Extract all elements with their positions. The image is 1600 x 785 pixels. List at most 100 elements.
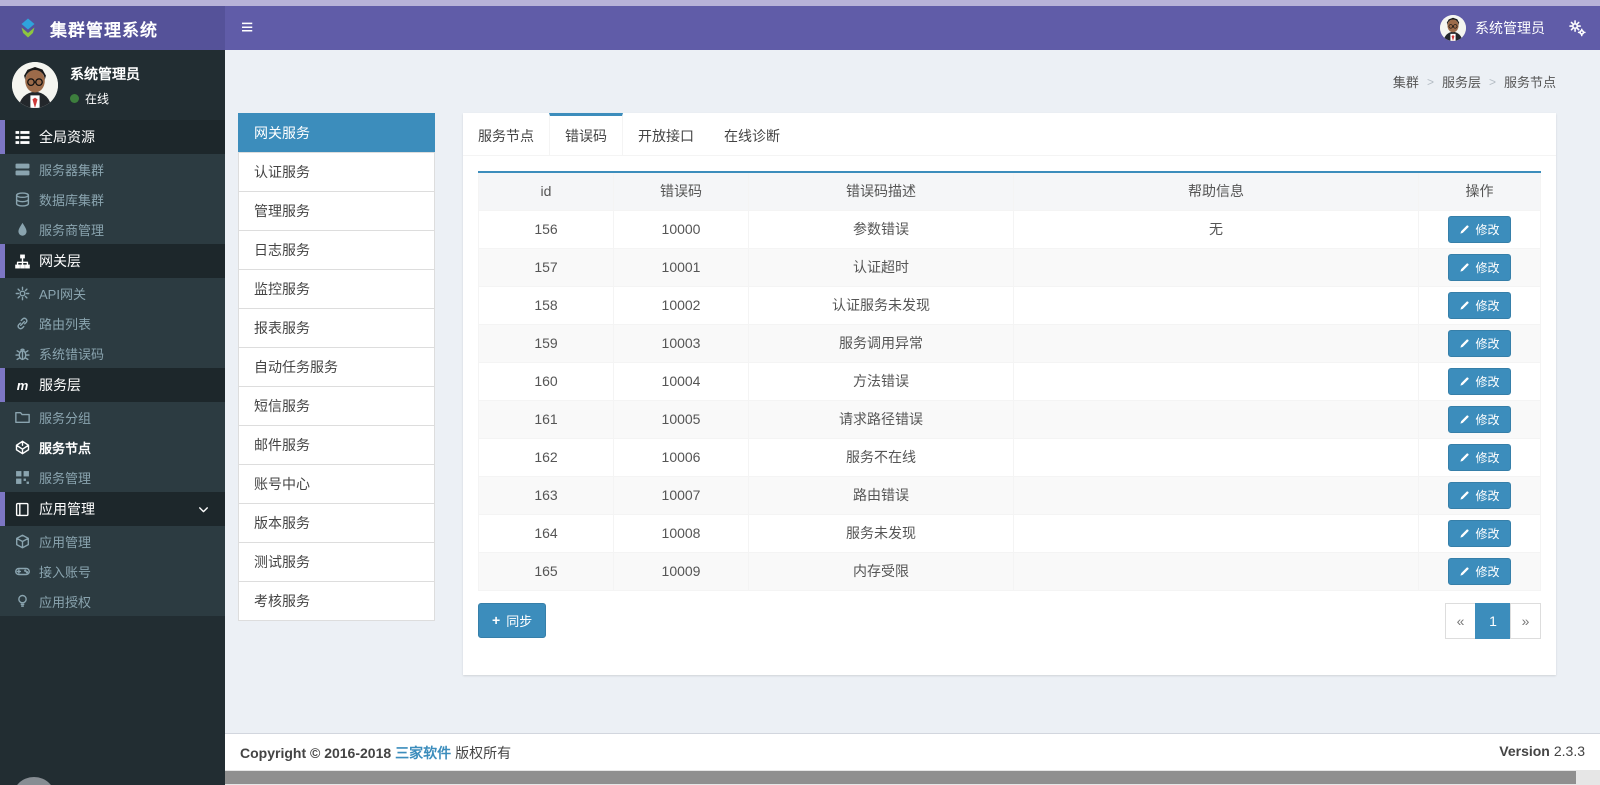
footer-rights-label: 版权所有 <box>455 745 512 761</box>
service-list-item[interactable]: 自动任务服务 <box>238 347 435 387</box>
sidebar-item-app-management[interactable]: 应用管理 <box>0 526 225 556</box>
edit-button-label: 修改 <box>1475 488 1500 503</box>
sidebar-item-api-gateway[interactable]: API网关 <box>0 278 225 308</box>
horizontal-scrollbar[interactable] <box>225 770 1600 785</box>
sidebar-item-database-cluster[interactable]: 数据库集群 <box>0 184 225 214</box>
service-list-item[interactable]: 短信服务 <box>238 386 435 426</box>
pagination-page-1[interactable]: 1 <box>1475 602 1511 639</box>
service-list-item[interactable]: 考核服务 <box>238 581 435 621</box>
pencil-icon <box>1459 300 1470 311</box>
edit-button[interactable]: 修改 <box>1448 405 1511 433</box>
user-avatar <box>12 62 58 108</box>
cell-help <box>1013 475 1419 515</box>
pagination-prev[interactable]: « <box>1445 602 1476 639</box>
sidebar-item-label: 服务商管理 <box>39 222 105 238</box>
breadcrumb-item-service-layer[interactable]: 服务层 <box>1442 72 1481 91</box>
edit-button[interactable]: 修改 <box>1448 253 1511 281</box>
cell-actions: 修改 <box>1418 513 1541 553</box>
cell-actions: 修改 <box>1418 209 1541 249</box>
sidebar-item-service-groups[interactable]: 服务分组 <box>0 402 225 432</box>
edit-button[interactable]: 修改 <box>1448 291 1511 319</box>
service-list-item[interactable]: 监控服务 <box>238 269 435 309</box>
pagination-next[interactable]: » <box>1510 602 1541 639</box>
pencil-icon <box>1459 452 1470 463</box>
app-logo[interactable]: 集群管理系统 <box>0 6 225 50</box>
service-list-item[interactable]: 日志服务 <box>238 230 435 270</box>
service-list-item[interactable]: 管理服务 <box>238 191 435 231</box>
edit-button[interactable]: 修改 <box>1448 367 1511 395</box>
edit-button-label: 修改 <box>1475 412 1500 427</box>
column-header-actions: 操作 <box>1418 171 1541 211</box>
sidebar-item-server-cluster[interactable]: 服务器集群 <box>0 154 225 184</box>
pencil-icon <box>1459 376 1470 387</box>
tab[interactable]: 在线诊断 <box>709 113 795 155</box>
sidebar-item-access-accounts[interactable]: 接入账号 <box>0 556 225 586</box>
sidebar-section-gateway-layer[interactable]: 网关层 <box>0 244 225 278</box>
hamburger-icon: ≡ <box>241 16 254 39</box>
scrollbar-thumb[interactable] <box>225 771 1576 784</box>
service-list-item[interactable]: 网关服务 <box>238 113 435 153</box>
service-list-item[interactable]: 账号中心 <box>238 464 435 504</box>
cell-desc: 内存受限 <box>748 551 1014 591</box>
service-list-item[interactable]: 报表服务 <box>238 308 435 348</box>
online-status-dot <box>70 93 79 103</box>
settings-menu-button[interactable] <box>1555 6 1600 50</box>
edit-button[interactable]: 修改 <box>1448 557 1511 585</box>
edit-button[interactable]: 修改 <box>1448 215 1511 243</box>
sidebar-section-service-layer[interactable]: m 服务层 <box>0 368 225 402</box>
sidebar-user-name: 系统管理员 <box>70 65 140 82</box>
service-list-item[interactable]: 版本服务 <box>238 503 435 543</box>
sidebar-section-app-management[interactable]: 应用管理 <box>0 492 225 526</box>
sidebar-toggle-button[interactable]: ≡ <box>225 6 269 50</box>
sidebar-item-app-authorization[interactable]: 应用授权 <box>0 586 225 616</box>
cell-desc: 认证服务未发现 <box>748 285 1014 325</box>
edit-button[interactable]: 修改 <box>1448 519 1511 547</box>
sidebar-item-provider-management[interactable]: 服务商管理 <box>0 214 225 244</box>
pencil-icon <box>1459 566 1470 577</box>
cell-desc: 路由错误 <box>748 475 1014 515</box>
table-row: 156 10000 参数错误 无 修改 <box>478 209 1541 249</box>
book-icon <box>15 502 30 517</box>
navbar-user-menu[interactable]: 系统管理员 <box>1440 6 1555 50</box>
tab[interactable]: 开放接口 <box>623 113 709 155</box>
corner-fab-button[interactable] <box>12 777 56 785</box>
content-panel: 服务节点 错误码 开放接口 在线诊断 id 错误码 错误码描述 帮助信息 操作 … <box>463 113 1556 675</box>
sync-button[interactable]: + 同步 <box>478 602 547 638</box>
cell-help <box>1013 361 1419 401</box>
section-label: 网关层 <box>39 253 81 269</box>
service-list-item[interactable]: 认证服务 <box>238 152 435 192</box>
cell-help <box>1013 551 1419 591</box>
cell-id: 162 <box>478 437 614 477</box>
cell-actions: 修改 <box>1418 475 1541 515</box>
breadcrumb-separator: > <box>1488 74 1496 89</box>
cell-id: 156 <box>478 209 614 249</box>
sync-button-label: 同步 <box>506 613 533 629</box>
sidebar-item-system-error-codes[interactable]: 系统错误码 <box>0 338 225 368</box>
tab[interactable]: 错误码 <box>549 113 623 155</box>
user-status-label: 在线 <box>85 91 110 106</box>
cell-id: 161 <box>478 399 614 439</box>
service-list-item[interactable]: 测试服务 <box>238 542 435 582</box>
footer-copyright-years: Copyright © 2016-2018 <box>240 745 392 761</box>
footer-version-number: 2.3.3 <box>1553 743 1585 759</box>
cell-actions: 修改 <box>1418 361 1541 401</box>
edit-button[interactable]: 修改 <box>1448 443 1511 471</box>
sidebar-section-global-resources[interactable]: 全局资源 <box>0 120 225 154</box>
service-list-item[interactable]: 邮件服务 <box>238 425 435 465</box>
footer-copyright: Copyright © 2016-2018 三家软件 版权所有 <box>240 743 511 762</box>
cell-help <box>1013 247 1419 287</box>
sidebar-item-service-management[interactable]: 服务管理 <box>0 462 225 492</box>
tab[interactable]: 服务节点 <box>463 113 549 155</box>
breadcrumb-item-cluster[interactable]: 集群 <box>1393 72 1419 91</box>
edit-button[interactable]: 修改 <box>1448 481 1511 509</box>
edit-button[interactable]: 修改 <box>1448 329 1511 357</box>
sidebar-item-service-nodes[interactable]: 服务节点 <box>0 432 225 462</box>
qrcode-icon <box>15 470 30 485</box>
footer-company-link[interactable]: 三家软件 <box>395 745 451 761</box>
pencil-icon <box>1459 262 1470 273</box>
breadcrumb-item-service-nodes[interactable]: 服务节点 <box>1504 72 1556 91</box>
sidebar-item-route-list[interactable]: 路由列表 <box>0 308 225 338</box>
breadcrumb-separator: > <box>1426 74 1434 89</box>
table-row: 158 10002 认证服务未发现 修改 <box>478 285 1541 325</box>
user-avatar <box>1440 15 1466 41</box>
